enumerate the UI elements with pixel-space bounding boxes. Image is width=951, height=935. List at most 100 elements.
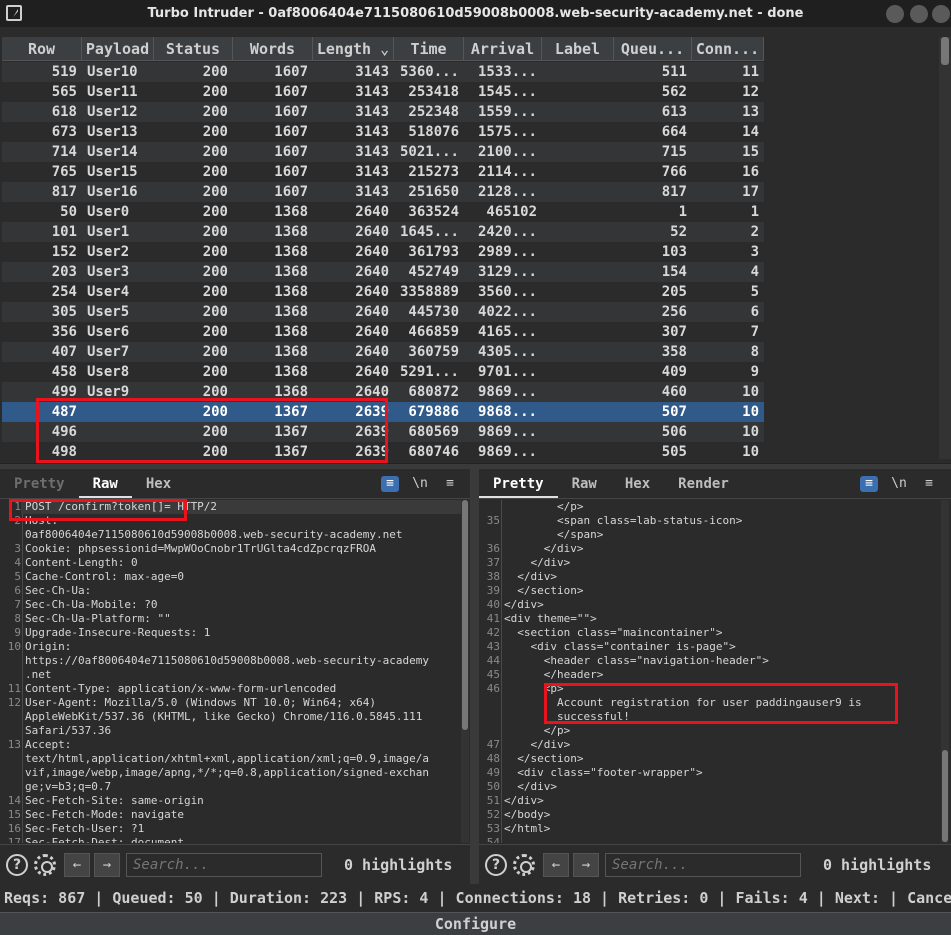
table-row[interactable]: 487 200 1367 2639 679886 9868... 507 10 (2, 402, 764, 422)
table-row[interactable]: 565 User11 200 1607 3143 253418 1545... 562 12 (2, 82, 764, 102)
table-row[interactable]: 496 200 1367 2639 680569 9869... 506 10 (2, 422, 764, 442)
cell-time: 363524 (408, 204, 459, 220)
tab-raw[interactable]: Raw (558, 469, 611, 498)
table-row[interactable]: 498 200 1367 2639 680746 9869... 505 10 (2, 442, 764, 462)
line-number: 42 (486, 626, 500, 639)
line-number: 10 (7, 640, 21, 653)
help-icon[interactable]: ? (6, 853, 28, 876)
wrap-lines-icon[interactable]: ≡ (381, 476, 399, 492)
column-header-length[interactable]: Length ⌄ (313, 37, 394, 61)
cell-payload: User15 (87, 164, 138, 180)
column-header-row[interactable]: Row (2, 37, 82, 61)
cell-label (542, 302, 614, 322)
column-header-label[interactable]: Label (542, 37, 614, 61)
column-header-conn[interactable]: Conn... (692, 37, 764, 61)
cell-payload: User14 (87, 144, 138, 160)
help-icon[interactable]: ? (485, 853, 507, 876)
newline-toggle-icon[interactable]: \n (890, 476, 908, 492)
response-scrollbar[interactable] (941, 500, 949, 843)
table-row[interactable]: 152 User2 200 1368 2640 361793 2989... 103 3 (2, 242, 764, 262)
table-row[interactable]: 254 User4 200 1368 2640 3358889 3560... 205 5 (2, 282, 764, 302)
tab-pretty[interactable]: Pretty (479, 469, 558, 498)
table-row[interactable]: 305 User5 200 1368 2640 445730 4022... 256 6 (2, 302, 764, 322)
table-row[interactable]: 356 User6 200 1368 2640 466859 4165... 307 7 (2, 322, 764, 342)
maximize-button[interactable] (910, 5, 928, 23)
cell-row: 565 (51, 84, 77, 100)
cell-payload: User5 (87, 304, 130, 320)
cell-conn: 12 (742, 84, 759, 100)
line-number: 43 (486, 640, 500, 653)
menu-icon[interactable]: ≡ (920, 476, 938, 492)
cell-label (542, 222, 614, 242)
cell-queue: 507 (661, 404, 687, 420)
cell-status: 200 (202, 224, 228, 240)
prev-arrow-icon[interactable]: ← (64, 852, 90, 877)
newline-toggle-icon[interactable]: \n (411, 476, 429, 492)
prev-arrow-icon[interactable]: ← (543, 852, 569, 877)
cell-status: 200 (202, 384, 228, 400)
request-scrollbar[interactable] (461, 500, 469, 843)
configure-button[interactable]: Configure (0, 912, 951, 935)
table-row[interactable]: 50 User0 200 1368 2640 363524 465102 1 1 (2, 202, 764, 222)
table-row[interactable]: 101 User1 200 1368 2640 1645... 2420... 52 2 (2, 222, 764, 242)
gear-icon[interactable] (34, 853, 56, 876)
cell-payload: User8 (87, 364, 130, 380)
cell-row: 496 (51, 424, 77, 440)
tab-raw[interactable]: Raw (78, 469, 132, 498)
table-row[interactable]: 458 User8 200 1368 2640 5291... 9701... 409 9 (2, 362, 764, 382)
tab-hex[interactable]: Hex (611, 469, 664, 498)
tab-hex[interactable]: Hex (132, 469, 185, 498)
cell-row: 356 (51, 324, 77, 340)
tab-render[interactable]: Render (664, 469, 743, 498)
table-row[interactable]: 407 User7 200 1368 2640 360759 4305... 358 8 (2, 342, 764, 362)
response-tabs: Pretty Raw Hex Render (479, 469, 951, 499)
code-line: Sec-Ch-Ua-Mobile: ?0 (25, 598, 158, 611)
table-row[interactable]: 765 User15 200 1607 3143 215273 2114... 766 16 (2, 162, 764, 182)
cell-words: 1367 (274, 444, 308, 460)
gear-icon[interactable] (513, 853, 535, 876)
code-line: </div> (504, 556, 571, 569)
table-row[interactable]: 499 User9 200 1368 2640 680872 9869... 460 10 (2, 382, 764, 402)
minimize-button[interactable] (886, 5, 904, 23)
cell-status: 200 (202, 344, 228, 360)
request-editor[interactable]: 1 POST /confirm?token[]= HTTP/2 2 Host: 0af8… (0, 500, 470, 843)
column-header-payload[interactable]: Payload (82, 37, 154, 61)
cell-conn: 16 (742, 164, 759, 180)
code-line: Sec-Fetch-Site: same-origin (25, 794, 204, 807)
column-header-words[interactable]: Words (233, 37, 313, 61)
search-input[interactable] (605, 852, 801, 877)
table-row[interactable]: 817 User16 200 1607 3143 251650 2128... 817 17 (2, 182, 764, 202)
table-row[interactable]: 519 User10 200 1607 3143 5360... 1533... 511 11 (2, 62, 764, 82)
wrap-lines-icon[interactable]: ≡ (860, 476, 878, 492)
table-row[interactable]: 673 User13 200 1607 3143 518076 1575... 664 14 (2, 122, 764, 142)
table-row[interactable]: 203 User3 200 1368 2640 452749 3129... 154 4 (2, 262, 764, 282)
code-line: </span> (504, 528, 604, 541)
response-viewer[interactable]: </p> 35 <span class=lab-status-icon> </sp… (479, 500, 951, 843)
table-scrollbar[interactable] (939, 37, 951, 459)
cell-time: 679886 (408, 404, 459, 420)
cell-words: 1368 (274, 224, 308, 240)
column-header-queue[interactable]: Queu... (614, 37, 692, 61)
cell-queue: 358 (661, 344, 687, 360)
code-line: https://0af8006404e7115080610d59008b0008… (25, 654, 429, 667)
code-line: <span class=lab-status-icon> (504, 514, 743, 527)
cell-time: 5021... (399, 144, 459, 160)
next-arrow-icon[interactable]: → (94, 852, 120, 877)
column-header-arrival[interactable]: Arrival (464, 37, 542, 61)
cell-label (542, 202, 614, 222)
column-header-time[interactable]: Time (394, 37, 464, 61)
close-button[interactable] (932, 5, 950, 23)
table-row[interactable]: 618 User12 200 1607 3143 252348 1559... 613 13 (2, 102, 764, 122)
column-header-status[interactable]: Status (154, 37, 233, 61)
menu-icon[interactable]: ≡ (441, 476, 459, 492)
next-arrow-icon[interactable]: → (573, 852, 599, 877)
cell-time: 466859 (408, 324, 459, 340)
cell-time: 5360... (399, 64, 459, 80)
cell-queue: 307 (661, 324, 687, 340)
table-row[interactable]: 714 User14 200 1607 3143 5021... 2100... 715 15 (2, 142, 764, 162)
tab-pretty[interactable]: Pretty (0, 469, 79, 498)
search-input[interactable] (126, 852, 322, 877)
pane-divider[interactable] (470, 469, 479, 884)
code-line: <div class="footer-wrapper"> (504, 766, 703, 779)
cell-queue: 715 (661, 144, 687, 160)
